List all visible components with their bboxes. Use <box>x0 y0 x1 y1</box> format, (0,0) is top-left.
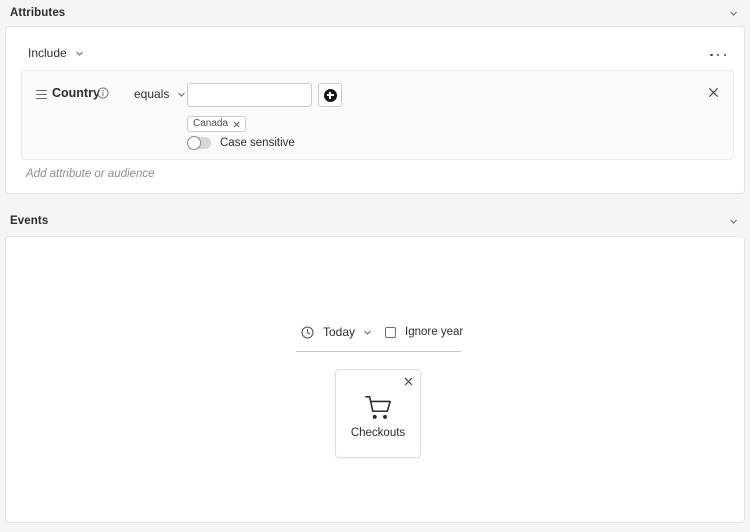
drag-handle-icon[interactable] <box>36 90 47 99</box>
include-row: Include <box>6 27 744 71</box>
close-icon[interactable] <box>233 121 240 128</box>
case-sensitive-toggle[interactable] <box>187 136 211 150</box>
value-tag: Canada <box>187 116 247 132</box>
include-label: Include <box>28 46 67 60</box>
attributes-collapse-chevron-down-icon[interactable] <box>726 6 740 20</box>
timeframe-dropdown[interactable]: Today <box>323 325 372 339</box>
attribute-value-input[interactable] <box>187 83 312 107</box>
attributes-section-header: Attributes <box>0 0 750 26</box>
add-circle-icon <box>323 88 337 102</box>
events-card: Today Ignore year Checkouts <box>5 236 745 523</box>
toggle-knob <box>187 136 201 150</box>
add-value-button[interactable] <box>318 83 342 107</box>
chevron-down-icon <box>729 219 737 224</box>
value-tag-label: Canada <box>193 118 229 129</box>
events-section-title: Events <box>10 215 49 227</box>
attributes-section-title: Attributes <box>10 7 66 19</box>
case-sensitive-label: Case sensitive <box>220 137 295 149</box>
operator-dropdown[interactable]: equals <box>134 87 186 101</box>
clock-icon <box>301 325 314 339</box>
timeline-divider <box>296 351 461 352</box>
handle-line <box>36 93 47 96</box>
case-sensitive-row: Case sensitive <box>187 136 295 150</box>
events-section-header: Events <box>0 208 750 234</box>
attribute-name-label: Country <box>52 86 100 100</box>
remove-condition-close-icon[interactable] <box>708 87 719 98</box>
timeframe-label: Today <box>323 325 356 339</box>
chevron-down-icon <box>178 92 186 97</box>
query-builder-page: Attributes Include Country equals Canada… <box>0 0 750 532</box>
ignore-year-label: Ignore year <box>405 326 464 338</box>
handle-line <box>36 97 47 99</box>
operator-label: equals <box>134 87 170 101</box>
include-exclude-dropdown[interactable]: Include <box>28 46 84 60</box>
shopping-cart-icon <box>365 396 391 419</box>
chevron-down-icon <box>729 11 737 16</box>
add-attribute-or-audience-placeholder[interactable]: Add attribute or audience <box>26 168 155 180</box>
remove-event-close-icon[interactable] <box>404 377 413 386</box>
event-card-checkouts[interactable]: Checkouts <box>335 369 421 458</box>
event-card-label: Checkouts <box>350 427 406 439</box>
chevron-down-icon <box>364 330 371 335</box>
attribute-condition-row: Country equals Canada Case sensitive <box>21 70 734 160</box>
dot <box>723 53 726 57</box>
ignore-year-checkbox[interactable] <box>385 326 397 338</box>
attributes-card: Include Country equals Canada Case sensi… <box>5 26 745 194</box>
dot <box>716 53 720 57</box>
timeframe-row: Today Ignore year <box>301 325 463 339</box>
info-icon[interactable] <box>97 87 109 99</box>
events-collapse-chevron-down-icon[interactable] <box>726 214 740 228</box>
dot <box>710 53 713 57</box>
handle-line <box>36 90 47 92</box>
chevron-down-icon <box>75 51 83 56</box>
more-options-icon[interactable] <box>710 49 726 61</box>
